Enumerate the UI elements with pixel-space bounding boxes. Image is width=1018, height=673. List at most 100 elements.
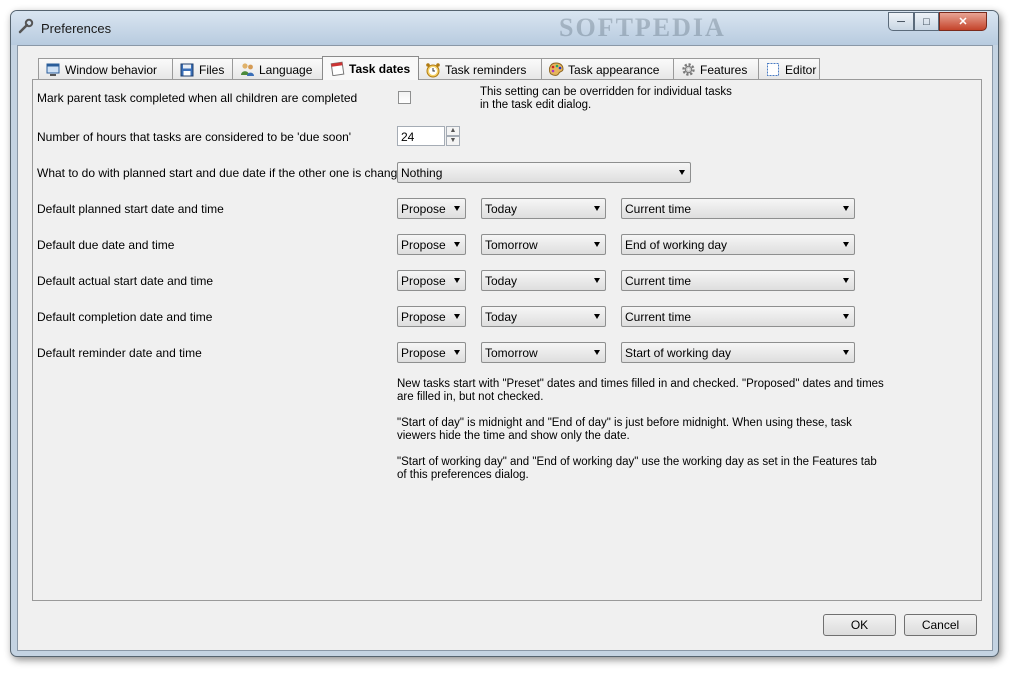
planned-change-value: Nothing xyxy=(401,166,443,180)
gear-icon xyxy=(680,62,696,78)
override-note-line1: This setting can be overridden for indiv… xyxy=(480,86,732,98)
chevron-down-icon xyxy=(679,170,685,175)
chevron-down-icon xyxy=(454,206,460,211)
day-value: Today xyxy=(485,310,518,324)
due-soon-label: Number of hours that tasks are considere… xyxy=(37,130,352,144)
tab-language[interactable]: Language xyxy=(232,58,323,80)
day-select[interactable]: Today xyxy=(481,198,606,219)
due-soon-stepper[interactable]: ▲ ▼ xyxy=(446,126,460,146)
mark-parent-checkbox[interactable] xyxy=(398,91,411,104)
chevron-down-icon xyxy=(843,242,849,247)
time-select[interactable]: Current time xyxy=(621,306,855,327)
day-select[interactable]: Tomorrow xyxy=(481,342,606,363)
time-value: Current time xyxy=(625,310,692,324)
chevron-down-icon xyxy=(454,314,460,319)
info-paragraph-1-line1: New tasks start with "Preset" dates and … xyxy=(397,378,884,390)
maximize-button[interactable]: □ xyxy=(914,12,939,31)
mode-value: Propose xyxy=(401,346,446,360)
day-select[interactable]: Today xyxy=(481,270,606,291)
chevron-down-icon xyxy=(843,206,849,211)
tab-task-dates[interactable]: Task dates xyxy=(322,56,419,80)
chevron-down-icon xyxy=(594,242,600,247)
info-paragraph-3-line1: "Start of working day" and "End of worki… xyxy=(397,456,877,468)
mode-value: Propose xyxy=(401,274,446,288)
mark-parent-label: Mark parent task completed when all chil… xyxy=(37,91,358,105)
calendar-icon xyxy=(329,61,345,77)
title-bar[interactable]: Preferences SOFTPEDIA ─ □ ✕ xyxy=(11,11,998,45)
default-row-label: Default planned start date and time xyxy=(37,202,224,216)
softpedia-watermark: SOFTPEDIA xyxy=(559,13,726,42)
day-select[interactable]: Tomorrow xyxy=(481,234,606,255)
time-select[interactable]: Current time xyxy=(621,270,855,291)
mode-select[interactable]: Propose xyxy=(397,342,466,363)
due-soon-value: 24 xyxy=(401,130,415,144)
day-select[interactable]: Today xyxy=(481,306,606,327)
planned-change-label: What to do with planned start and due da… xyxy=(37,166,411,180)
chevron-down-icon xyxy=(594,314,600,319)
tab-window-behavior[interactable]: Window behavior xyxy=(38,58,173,80)
time-select[interactable]: End of working day xyxy=(621,234,855,255)
mode-value: Propose xyxy=(401,202,446,216)
window-icon xyxy=(45,62,61,78)
task-dates-panel: Mark parent task completed when all chil… xyxy=(32,79,982,601)
tab-editor[interactable]: Editor xyxy=(758,58,820,80)
cancel-button[interactable]: Cancel xyxy=(904,614,977,636)
tab-files[interactable]: Files xyxy=(172,58,233,80)
mode-value: Propose xyxy=(401,238,446,252)
info-paragraph-1-line2: are filled in, but not checked. xyxy=(397,391,544,403)
mode-select[interactable]: Propose xyxy=(397,234,466,255)
default-row-label: Default actual start date and time xyxy=(37,274,214,288)
minimize-button[interactable]: ─ xyxy=(888,12,914,31)
tab-label: Task dates xyxy=(349,61,411,76)
tab-label: Features xyxy=(700,62,748,77)
time-value: Current time xyxy=(625,274,692,288)
close-icon: ✕ xyxy=(958,16,968,28)
default-row-label: Default completion date and time xyxy=(37,310,213,324)
time-value: Current time xyxy=(625,202,692,216)
tab-task-appearance[interactable]: Task appearance xyxy=(541,58,674,80)
day-value: Today xyxy=(485,274,518,288)
chevron-down-icon xyxy=(594,350,600,355)
dialog-client-area: Window behavior Files Language Task date… xyxy=(17,45,993,651)
minimize-icon: ─ xyxy=(897,15,905,28)
chevron-down-icon xyxy=(594,206,600,211)
window-title: Preferences xyxy=(41,21,112,36)
info-paragraph-2-line2: viewers hide the time and show only the … xyxy=(397,430,630,442)
chevron-down-icon xyxy=(843,314,849,319)
spin-down-icon[interactable]: ▼ xyxy=(446,136,460,146)
chevron-down-icon xyxy=(454,278,460,283)
time-value: Start of working day xyxy=(625,346,732,360)
floppy-disk-icon xyxy=(179,62,195,78)
spin-up-icon[interactable]: ▲ xyxy=(446,126,460,136)
chevron-down-icon xyxy=(843,278,849,283)
tab-label: Editor xyxy=(785,62,817,77)
preferences-window: Preferences SOFTPEDIA ─ □ ✕ Window behav… xyxy=(10,10,999,657)
tab-label: Files xyxy=(199,62,225,77)
day-value: Today xyxy=(485,202,518,216)
due-soon-input[interactable]: 24 xyxy=(397,126,445,146)
mode-select[interactable]: Propose xyxy=(397,306,466,327)
close-button[interactable]: ✕ xyxy=(939,12,987,31)
tab-label: Task appearance xyxy=(568,62,660,77)
people-icon xyxy=(239,62,255,78)
chevron-down-icon xyxy=(454,242,460,247)
wrench-icon xyxy=(18,18,36,36)
planned-change-select[interactable]: Nothing xyxy=(397,162,691,183)
mode-select[interactable]: Propose xyxy=(397,270,466,291)
palette-icon xyxy=(548,62,564,78)
ok-button[interactable]: OK xyxy=(823,614,896,636)
tab-features[interactable]: Features xyxy=(673,58,759,80)
time-value: End of working day xyxy=(625,238,728,252)
maximize-icon: □ xyxy=(923,15,930,28)
default-row-label: Default due date and time xyxy=(37,238,175,252)
tab-label: Window behavior xyxy=(65,62,158,77)
alarm-clock-icon xyxy=(425,62,441,78)
time-select[interactable]: Current time xyxy=(621,198,855,219)
time-select[interactable]: Start of working day xyxy=(621,342,855,363)
info-paragraph-2-line1: "Start of day" is midnight and "End of d… xyxy=(397,417,852,429)
chevron-down-icon xyxy=(594,278,600,283)
override-note-line2: in the task edit dialog. xyxy=(480,99,592,111)
day-value: Tomorrow xyxy=(485,238,538,252)
tab-task-reminders[interactable]: Task reminders xyxy=(418,58,542,80)
mode-select[interactable]: Propose xyxy=(397,198,466,219)
